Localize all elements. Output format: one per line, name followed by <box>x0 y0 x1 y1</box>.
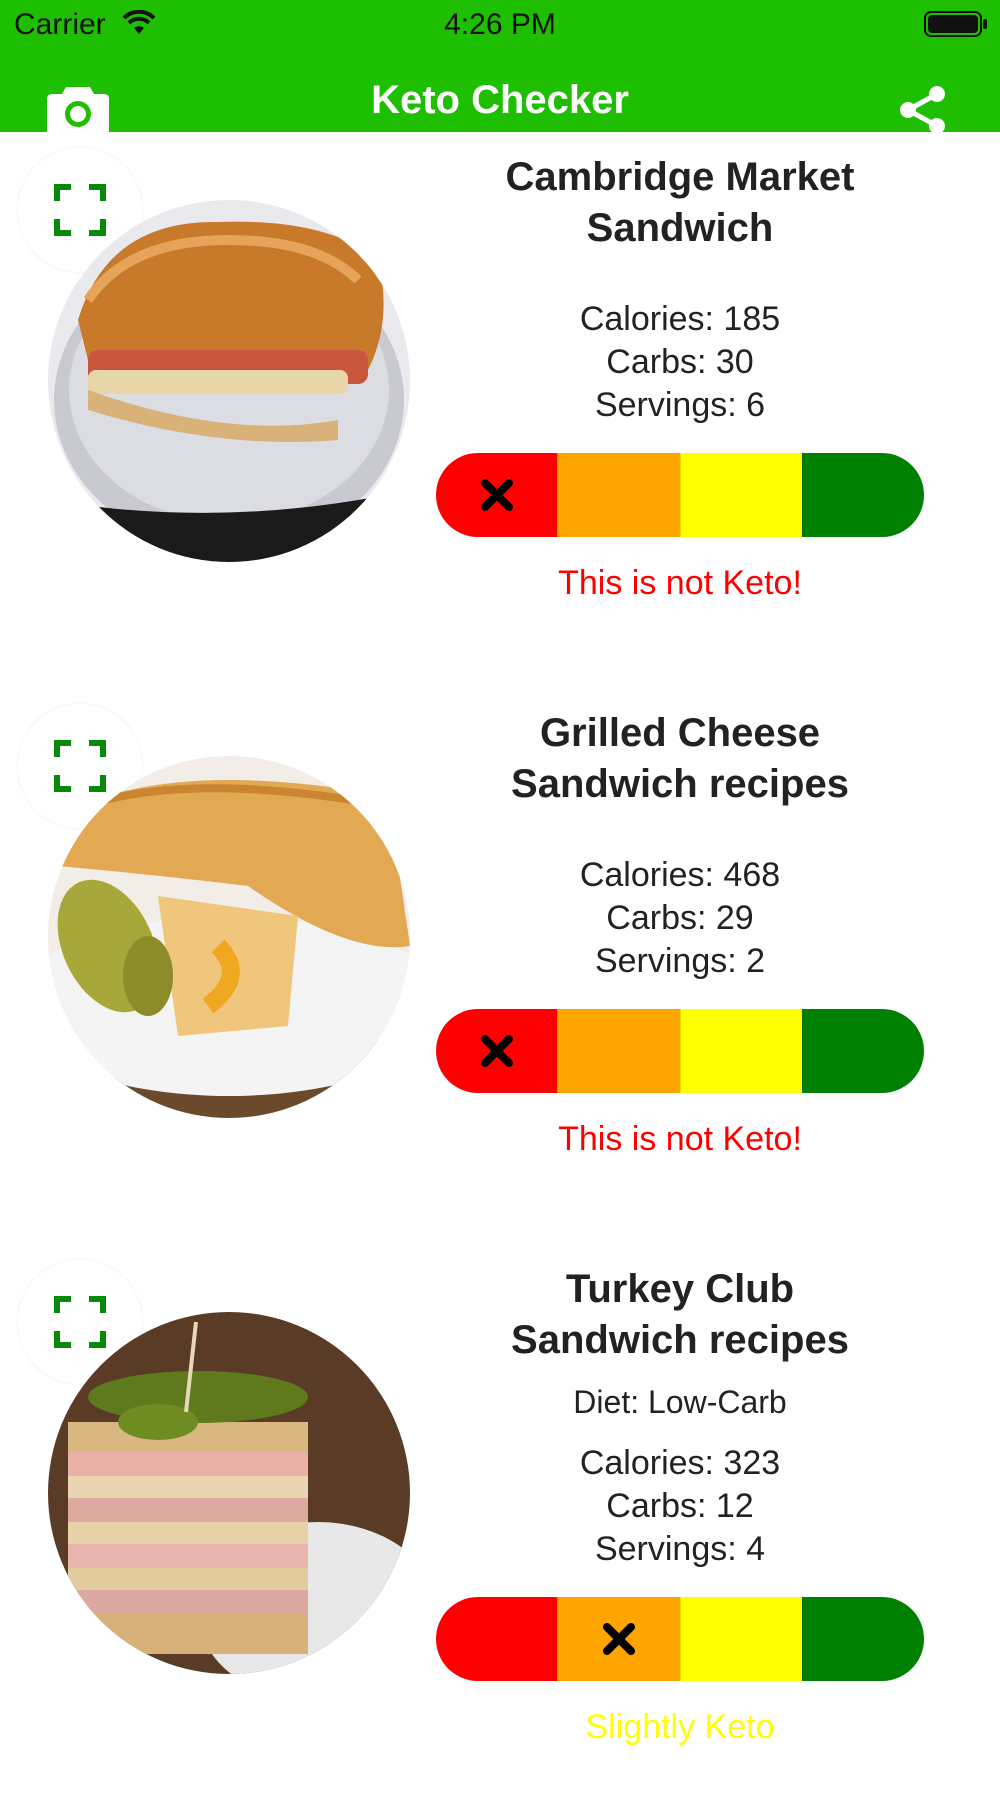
meter-segment-orange <box>557 1597 680 1681</box>
calories-label: Calories: 468 <box>579 856 781 894</box>
expand-icon <box>54 1296 106 1348</box>
food-card[interactable]: Grilled Cheese Sandwich recipes Calories… <box>0 688 1000 1246</box>
food-title-line: Turkey Club <box>565 1267 795 1311</box>
keto-meter <box>436 1009 924 1093</box>
food-photo <box>48 200 410 562</box>
food-card[interactable]: Cambridge Market Sandwich Calories: 185 … <box>0 132 1000 690</box>
servings-label: Servings: 2 <box>594 942 766 980</box>
keto-verdict: Slightly Keto <box>585 1708 775 1746</box>
meter-segment-yellow <box>679 1597 802 1681</box>
food-title-line: Cambridge Market <box>505 155 855 199</box>
meter-segment-yellow <box>679 453 802 537</box>
calories-label: Calories: 323 <box>579 1444 781 1482</box>
carbs-label: Carbs: 12 <box>606 1487 754 1525</box>
food-title-line: Grilled Cheese <box>539 711 821 755</box>
nutrition-stats: Calories: 323 Carbs: 12 Servings: 4 <box>436 1442 924 1571</box>
clock: 4:26 PM <box>444 8 556 41</box>
meter-segment-red <box>436 1009 558 1093</box>
keto-meter <box>436 1597 924 1681</box>
expand-icon <box>54 740 106 792</box>
keto-verdict: This is not Keto! <box>558 1120 802 1158</box>
rating-marker-icon <box>480 1035 513 1067</box>
diet-label: Diet: Low-Carb <box>573 1384 787 1420</box>
meter-segment-red <box>436 453 558 537</box>
servings-label: Servings: 6 <box>594 386 766 424</box>
meter-segment-green <box>801 453 924 537</box>
meter-segment-green <box>801 1009 924 1093</box>
food-info: Turkey Club Sandwich recipes Diet: Low-C… <box>436 1264 924 1749</box>
expand-icon <box>54 184 106 236</box>
food-title-line: Sandwich recipes <box>511 1318 849 1362</box>
keto-meter <box>436 453 924 537</box>
meter-segment-red <box>436 1597 558 1681</box>
food-title: Turkey Club Sandwich recipes <box>436 1264 924 1366</box>
carbs-label: Carbs: 30 <box>606 343 754 381</box>
meter-segment-green <box>801 1597 924 1681</box>
food-info: Cambridge Market Sandwich Calories: 185 … <box>436 152 924 605</box>
nutrition-stats: Calories: 185 Carbs: 30 Servings: 6 <box>436 298 924 427</box>
calories-label: Calories: 185 <box>579 300 781 338</box>
carbs-label: Carbs: 29 <box>606 899 754 937</box>
food-photo <box>48 756 410 1118</box>
rating-marker-icon <box>480 479 513 511</box>
status-bar: Carrier 4:26 PM <box>0 0 1000 50</box>
food-card[interactable]: Turkey Club Sandwich recipes Diet: Low-C… <box>0 1244 1000 1800</box>
app-title: Keto Checker <box>371 78 629 122</box>
food-title: Grilled Cheese Sandwich recipes <box>436 708 924 810</box>
meter-segment-yellow <box>679 1009 802 1093</box>
share-icon <box>900 86 945 134</box>
battery-icon <box>924 11 988 45</box>
nutrition-stats: Calories: 468 Carbs: 29 Servings: 2 <box>436 854 924 983</box>
meter-segment-orange <box>557 1009 680 1093</box>
servings-label: Servings: 4 <box>594 1530 766 1568</box>
food-photo <box>48 1312 410 1674</box>
rating-marker-icon <box>602 1623 635 1655</box>
food-title: Cambridge Market Sandwich <box>436 152 924 254</box>
meter-segment-orange <box>557 453 680 537</box>
keto-verdict: This is not Keto! <box>558 564 802 602</box>
food-title-line: Sandwich recipes <box>511 762 849 806</box>
food-title-line: Sandwich <box>586 206 774 250</box>
food-info: Grilled Cheese Sandwich recipes Calories… <box>436 708 924 1161</box>
